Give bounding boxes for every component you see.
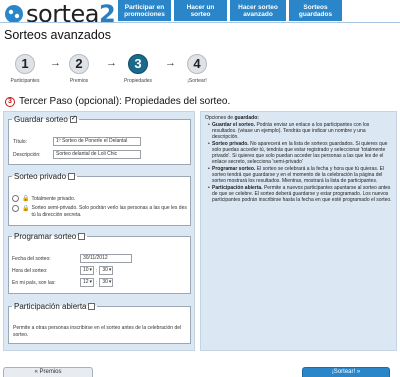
- programar-legend: Programar sorteo: [12, 232, 87, 241]
- prev-button[interactable]: « Premios: [3, 367, 93, 377]
- logo-icon: [4, 4, 24, 24]
- time-separator: :: [96, 267, 98, 274]
- pais-label: En mi país, son las:: [12, 279, 56, 286]
- nav-hacer-sorteo[interactable]: Hacer un sorteo: [174, 0, 227, 21]
- step-number: 4: [187, 54, 207, 74]
- privado-label: Sorteo privado: [14, 172, 67, 181]
- page-title: Sorteos avanzados: [4, 28, 112, 42]
- logo-text: sortea2: [26, 0, 116, 28]
- radio-totalmente-privado[interactable]: [12, 195, 19, 202]
- privado-fieldset: Sorteo privado 🔒 Totalmente privado. 🔒 S…: [8, 172, 191, 226]
- participacion-legend: Participación abierta: [12, 302, 97, 311]
- step-number: 2: [69, 54, 89, 74]
- help-item-guardar: Guardar el sorteo. Podrás enviar un enla…: [208, 122, 392, 140]
- nav-sorteos-guardados[interactable]: Sorteos guardados: [289, 0, 342, 21]
- privado-option-2-label: Sorteo semi-privado. Solo podrán verlo l…: [31, 205, 187, 218]
- help-item-participacion: Participación abierta. Permite a nuevos …: [208, 185, 392, 203]
- participacion-fieldset: Participación abierta Permite a otras pe…: [8, 302, 191, 344]
- section-heading: Tercer Paso (opcional): Propiedades del …: [19, 96, 231, 107]
- hora-minute-select[interactable]: 30: [99, 266, 114, 275]
- help-heading: Opciones de guardado:: [205, 115, 259, 121]
- pais-row: En mi país, son las: 12 : 30: [12, 278, 114, 287]
- step-1[interactable]: 1 Participantes: [0, 54, 50, 84]
- pais-minute-select[interactable]: 30: [99, 278, 114, 287]
- top-nav: Participar en promociones Hacer un sorte…: [118, 0, 345, 21]
- help-panel: Opciones de guardado: Guardar el sorteo.…: [200, 111, 397, 351]
- step-badge: 3: [5, 96, 15, 107]
- help-item-programar: Programar sorteo. El sorteo se celebrará…: [208, 166, 392, 184]
- section-title: 3 Tercer Paso (opcional): Propiedades de…: [5, 96, 230, 107]
- step-2[interactable]: 2 Premios: [54, 54, 104, 84]
- titulo-label: Título:: [13, 138, 27, 145]
- programar-fieldset: Programar sorteo Fecha del sorteo: 30/11…: [8, 232, 191, 294]
- nav-sorteo-avanzado[interactable]: Hacer sorteo avanzado: [230, 0, 286, 21]
- radio-semi-privado[interactable]: [12, 205, 19, 212]
- next-button[interactable]: ¡Sortear! »: [302, 367, 390, 377]
- step-indicator: 1 Participantes → 2 Premios → 3 Propieda…: [0, 54, 400, 88]
- lock-icon: 🔒: [22, 196, 30, 202]
- time-separator: :: [96, 279, 98, 286]
- participacion-description: Permite a otras personas inscribirse en …: [13, 325, 182, 338]
- privado-legend: Sorteo privado: [12, 172, 77, 181]
- descripcion-input[interactable]: Sorteo delantal de Loli Chic: [53, 150, 141, 159]
- hora-hour-select[interactable]: 10: [80, 266, 94, 275]
- privado-option-2: 🔒 Sorteo semi-privado. Solo podrán verlo…: [12, 205, 187, 218]
- options-panel: Guardar sorteo Título: 1º Sorteo de Pone…: [3, 111, 195, 351]
- step-3: 3 Propiedades: [113, 54, 163, 84]
- guardar-label: Guardar sorteo: [14, 115, 68, 124]
- guardar-fieldset: Guardar sorteo Título: 1º Sorteo de Pone…: [8, 114, 191, 165]
- titulo-row: Título: 1º Sorteo de Ponerle el Delantal: [13, 137, 141, 146]
- programar-checkbox[interactable]: [78, 233, 86, 240]
- fecha-input[interactable]: 30/11/2012: [80, 254, 132, 263]
- privado-option-1-label: Totalmente privado.: [31, 195, 76, 202]
- help-item-privado: Sorteo privado. No aparecerá en la lista…: [208, 141, 392, 165]
- participacion-label: Participación abierta: [14, 302, 87, 311]
- step-label: ¡Sortear!: [187, 78, 207, 84]
- step-label: Propiedades: [123, 78, 153, 84]
- programar-label: Programar sorteo: [14, 232, 77, 241]
- nav-participar[interactable]: Participar en promociones: [118, 0, 171, 21]
- fecha-label: Fecha del sorteo:: [12, 255, 51, 262]
- lock-icon: 🔒: [22, 206, 30, 212]
- pais-hour-select[interactable]: 12: [80, 278, 94, 287]
- participacion-checkbox[interactable]: [88, 303, 96, 310]
- fecha-row: Fecha del sorteo: 30/11/2012: [12, 254, 132, 263]
- hora-label: Hora del sorteo:: [12, 267, 48, 274]
- step-number: 1: [15, 54, 35, 74]
- step-4[interactable]: 4 ¡Sortear!: [172, 54, 222, 84]
- guardar-checkbox[interactable]: [69, 114, 77, 123]
- step-number: 3: [128, 54, 148, 74]
- step-label: Premios: [69, 78, 89, 84]
- hora-row: Hora del sorteo: 10 : 30: [12, 266, 114, 275]
- header-divider: [0, 22, 400, 23]
- step-label: Participantes: [10, 78, 40, 84]
- privado-checkbox[interactable]: [68, 173, 76, 180]
- privado-option-1: 🔒 Totalmente privado.: [12, 195, 75, 202]
- descripcion-label: Descripción:: [13, 151, 41, 158]
- titulo-input[interactable]: 1º Sorteo de Ponerle el Delantal: [53, 137, 141, 146]
- guardar-legend: Guardar sorteo: [12, 114, 79, 124]
- descripcion-row: Descripción: Sorteo delantal de Loli Chi…: [13, 150, 141, 159]
